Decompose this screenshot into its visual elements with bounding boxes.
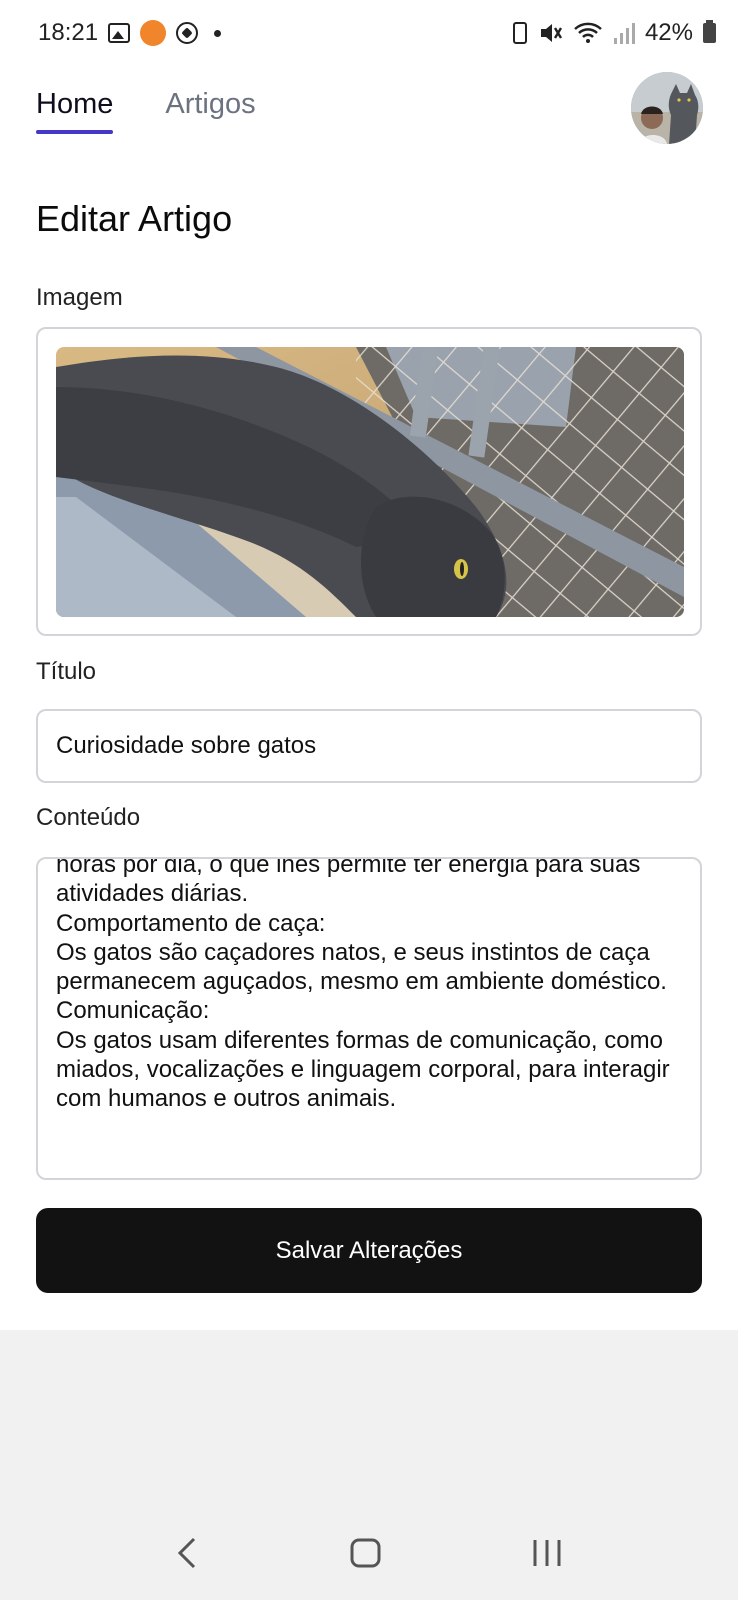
signal-icon <box>613 21 635 45</box>
top-nav: Home Artigos <box>36 72 256 134</box>
wifi-icon <box>573 21 603 45</box>
content-textarea-value: horas por dia, o que lhes permite ter en… <box>56 857 670 1113</box>
content-textarea[interactable]: horas por dia, o que lhes permite ter en… <box>36 857 702 1180</box>
tab-home[interactable]: Home <box>36 72 114 134</box>
recents-icon[interactable] <box>530 1536 564 1575</box>
status-right: 42% <box>512 19 716 47</box>
status-time: 18:21 <box>38 19 99 46</box>
notification-dot-icon <box>214 29 222 37</box>
mute-icon <box>537 20 563 46</box>
content-label: Conteúdo <box>36 804 141 831</box>
burger-king-icon <box>140 20 167 46</box>
title-label: Título <box>36 658 97 685</box>
avatar[interactable] <box>631 72 703 144</box>
system-nav-bar <box>0 1510 738 1600</box>
image-label: Imagem <box>36 284 123 311</box>
tab-artigos[interactable]: Artigos <box>165 72 255 134</box>
battery-saver-icon <box>512 22 527 44</box>
home-icon[interactable] <box>349 1536 383 1575</box>
back-icon[interactable] <box>174 1536 202 1575</box>
title-input[interactable]: Curiosidade sobre gatos <box>36 709 702 783</box>
gallery-icon <box>108 23 131 43</box>
image-field[interactable] <box>36 327 702 636</box>
battery-icon <box>703 20 716 43</box>
status-bar: 18:21 42% <box>0 0 738 66</box>
soccer-ball-icon <box>176 22 199 44</box>
status-left: 18:21 <box>38 19 222 47</box>
battery-percent: 42% <box>644 19 693 46</box>
title-input-value: Curiosidade sobre gatos <box>56 732 317 759</box>
edit-article-screen: 18:21 42% Home Artigos Editar Artigo Ima… <box>0 0 738 1600</box>
article-image <box>56 347 684 617</box>
page-title: Editar Artigo <box>36 198 233 239</box>
save-button[interactable]: Salvar Alterações <box>36 1208 702 1293</box>
